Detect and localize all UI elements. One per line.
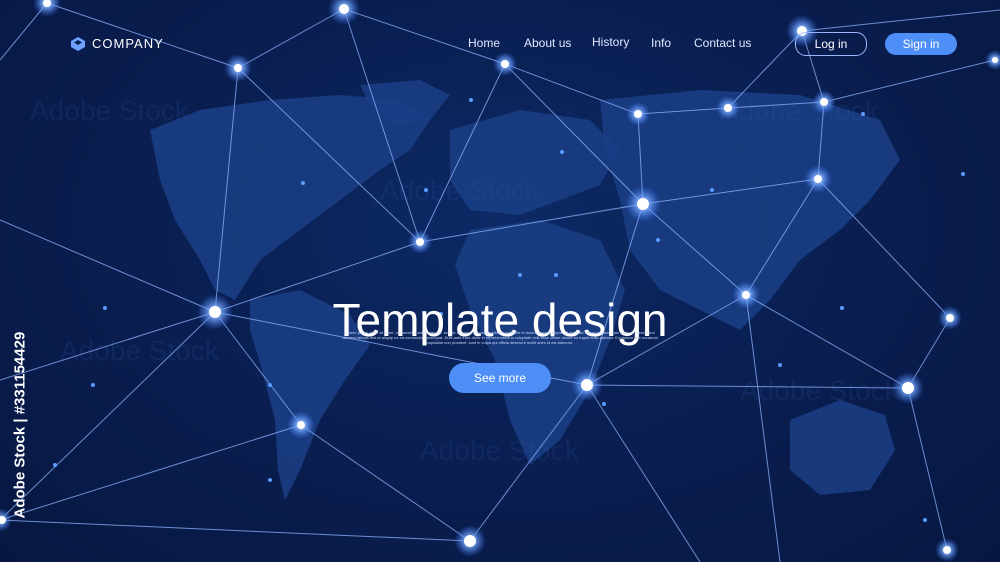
see-more-button[interactable]: See more bbox=[449, 363, 551, 393]
svg-text:Adobe Stock: Adobe Stock bbox=[380, 175, 540, 206]
brand-name: COMPANY bbox=[92, 36, 164, 51]
network-node-core bbox=[902, 382, 914, 394]
network-node-core bbox=[637, 198, 649, 210]
network-node-core bbox=[820, 98, 828, 106]
network-node-core bbox=[814, 175, 822, 183]
network-node-core bbox=[634, 110, 642, 118]
australia-shape bbox=[790, 400, 895, 495]
signin-button[interactable]: Sign in bbox=[885, 33, 957, 55]
network-node-core bbox=[297, 421, 305, 429]
network-world-map-background: Adobe Stock Adobe Stock Adobe Stock Adob… bbox=[0, 0, 1000, 562]
top-navigation: COMPANY Home About us History Info Conta… bbox=[0, 0, 1000, 80]
hero-subtitle: Lorem ipsum dolor sit amet, consectetur … bbox=[342, 330, 658, 345]
stock-image-id: Adobe Stock | #331154429 bbox=[11, 331, 29, 519]
brand-logo[interactable]: COMPANY bbox=[70, 36, 164, 51]
network-node-core bbox=[581, 379, 593, 391]
hexagon-logo-icon bbox=[71, 36, 85, 51]
login-button[interactable]: Log in bbox=[795, 32, 867, 56]
nav-info-link[interactable]: Info bbox=[651, 36, 671, 50]
svg-text:Adobe Stock: Adobe Stock bbox=[740, 375, 900, 406]
svg-text:Adobe Stock: Adobe Stock bbox=[420, 435, 580, 466]
network-node-core bbox=[416, 238, 424, 246]
nav-about-link[interactable]: About us bbox=[524, 36, 571, 50]
svg-text:Adobe Stock: Adobe Stock bbox=[30, 95, 190, 126]
network-node-core bbox=[464, 535, 476, 547]
network-node-core bbox=[943, 546, 951, 554]
nav-contact-link[interactable]: Contact us bbox=[694, 36, 751, 50]
svg-text:Adobe Stock: Adobe Stock bbox=[720, 95, 880, 126]
landing-page: Adobe Stock Adobe Stock Adobe Stock Adob… bbox=[0, 0, 1000, 562]
network-node-core bbox=[724, 104, 732, 112]
nav-home-link[interactable]: Home bbox=[468, 36, 500, 50]
nav-history-link[interactable]: History bbox=[592, 35, 629, 49]
